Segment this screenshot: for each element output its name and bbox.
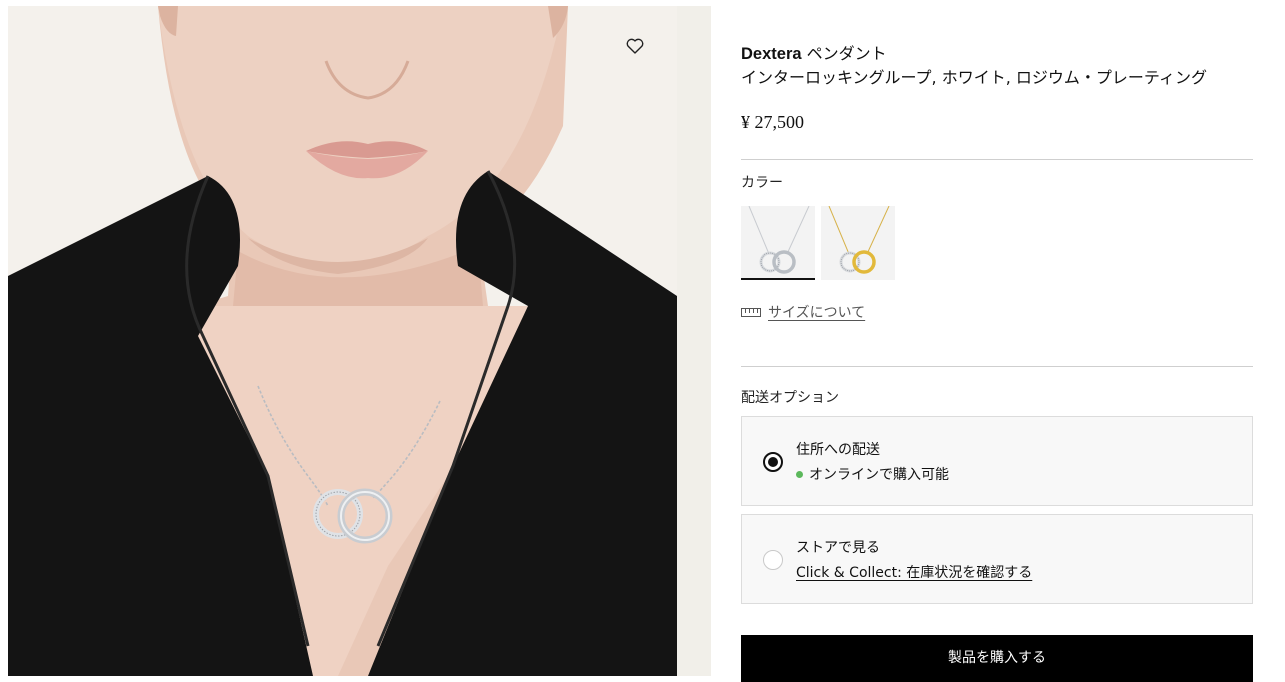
wishlist-button[interactable] [622, 34, 648, 58]
shipping-option-store-pickup[interactable]: ストアで見る Click & Collect: 在庫状況を確認する [741, 514, 1253, 604]
model-illustration [8, 6, 677, 676]
product-subtitle: インターロッキングループ, ホワイト, ロジウム・プレーティング [741, 68, 1207, 87]
swatch-gold-image [828, 206, 890, 274]
status-dot-icon [796, 470, 803, 478]
ruler-icon [741, 307, 761, 317]
color-swatch-gold[interactable] [821, 206, 895, 280]
size-guide-label: サイズについて [768, 305, 866, 321]
availability-status: オンラインで購入可能 [796, 464, 949, 484]
heart-outline-icon [626, 38, 644, 54]
click-collect-link[interactable]: Click & Collect: 在庫状況を確認する [796, 562, 1032, 582]
product-brand: Dexterа [741, 45, 802, 63]
divider [741, 366, 1253, 367]
product-image[interactable] [8, 6, 677, 676]
swatch-rhodium-image [748, 206, 810, 274]
radio-unselected[interactable] [763, 550, 783, 570]
product-type: ペンダント [806, 44, 887, 63]
product-price: ¥ 27,500 [741, 112, 804, 132]
color-label: カラー [741, 175, 783, 191]
divider [741, 159, 1253, 160]
availability-text: オンラインで購入可能 [809, 467, 949, 483]
shipping-option-title: 住所への配送 [796, 442, 880, 458]
radio-selected[interactable] [763, 452, 783, 472]
size-guide-link[interactable]: サイズについて [741, 302, 865, 322]
buy-button[interactable]: 製品を購入する [741, 635, 1253, 682]
shipping-option-home-delivery[interactable]: 住所への配送 オンラインで購入可能 [741, 416, 1253, 506]
product-gallery [8, 6, 711, 676]
color-swatch-rhodium[interactable] [741, 206, 815, 280]
shipping-option-title: ストアで見る [796, 540, 880, 556]
shipping-options-label: 配送オプション [741, 390, 839, 406]
product-title: Dexterа ペンダント インターロッキングループ, ホワイト, ロジウム・プ… [741, 42, 1253, 89]
